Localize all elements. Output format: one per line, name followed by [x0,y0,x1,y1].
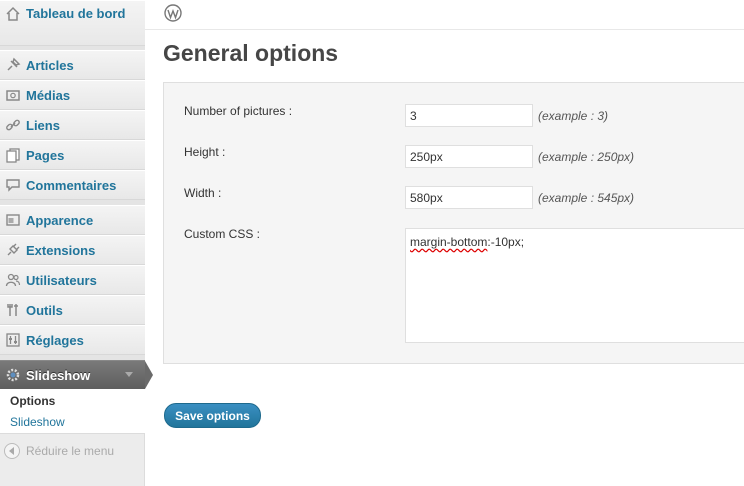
appearance-icon [4,211,22,229]
sidebar-item-commentaires[interactable]: Commentaires [0,170,145,200]
save-options-button[interactable]: Save options [164,403,261,428]
height-input[interactable] [405,145,533,168]
sidebar-item-label: Articles [26,57,74,73]
submenu-item-slideshow[interactable]: Slideshow [10,415,65,429]
media-icon [4,86,22,104]
tools-icon [4,301,22,319]
width-input[interactable] [405,186,533,209]
css-misspelled-text: margin-bottom [410,235,488,249]
collapse-menu-label: Réduire le menu [26,444,115,458]
link-icon [4,116,22,134]
css-value-text: :-10px; [487,235,525,249]
number-of-pictures-example: (example : 3) [538,109,609,123]
sidebar-item-medias[interactable]: Médias [0,80,145,110]
sidebar-item-utilisateurs[interactable]: Utilisateurs [0,265,145,295]
wordpress-logo-icon [164,4,182,22]
number-of-pictures-input[interactable] [405,104,533,127]
active-pointer-icon [145,361,153,389]
page-title: General options [163,40,339,66]
sidebar-item-articles[interactable]: Articles [0,50,145,80]
pushpin-icon [4,56,22,74]
sidebar-item-dashboard[interactable]: Tableau de bord [0,0,145,46]
home-icon [4,5,22,23]
number-of-pictures-label: Number of pictures : [184,104,293,118]
sidebar-item-label: Pages [26,147,65,163]
sidebar-item-label: Tableau de bord [26,6,126,21]
header-divider [145,29,744,30]
pages-icon [4,146,22,164]
slideshow-submenu: Options Slideshow [0,389,145,434]
sidebar-item-label: Outils [26,302,63,318]
sidebar-item-label: Utilisateurs [26,272,97,288]
sidebar-item-apparence[interactable]: Apparence [0,205,145,235]
custom-css-label: Custom CSS : [184,227,261,241]
width-label: Width : [184,186,222,200]
sidebar-item-slideshow[interactable]: Slideshow [0,360,153,390]
sidebar-item-label: Médias [26,87,71,103]
sidebar-item-label: Extensions [26,242,96,258]
sidebar-item-label: Réglages [26,332,84,348]
height-label: Height : [184,145,226,159]
custom-css-textarea[interactable]: margin-bottom:-10px; [405,228,744,343]
settings-icon [4,331,22,349]
sidebar-item-pages[interactable]: Pages [0,140,145,170]
sidebar-item-label: Apparence [26,212,94,228]
plugin-icon [4,241,22,259]
sidebar-item-label: Commentaires [26,177,117,193]
comment-icon [4,176,22,194]
sidebar-item-liens[interactable]: Liens [0,110,145,140]
height-example: (example : 250px) [538,150,635,164]
chevron-down-icon[interactable] [125,372,133,377]
gear-icon [4,366,22,384]
sidebar-item-outils[interactable]: Outils [0,295,145,325]
sidebar-item-label: Slideshow [26,367,91,383]
submenu-item-options[interactable]: Options [10,394,55,408]
admin-sidebar: Tableau de bord Articles Médias Liens Pa… [0,0,153,486]
collapse-arrow-icon [4,443,20,459]
sidebar-item-reglages[interactable]: Réglages [0,325,145,355]
users-icon [4,271,22,289]
collapse-menu-button[interactable]: Réduire le menu [4,443,114,459]
sidebar-item-label: Liens [26,117,60,133]
width-example: (example : 545px) [538,191,635,205]
sidebar-item-extensions[interactable]: Extensions [0,235,145,265]
